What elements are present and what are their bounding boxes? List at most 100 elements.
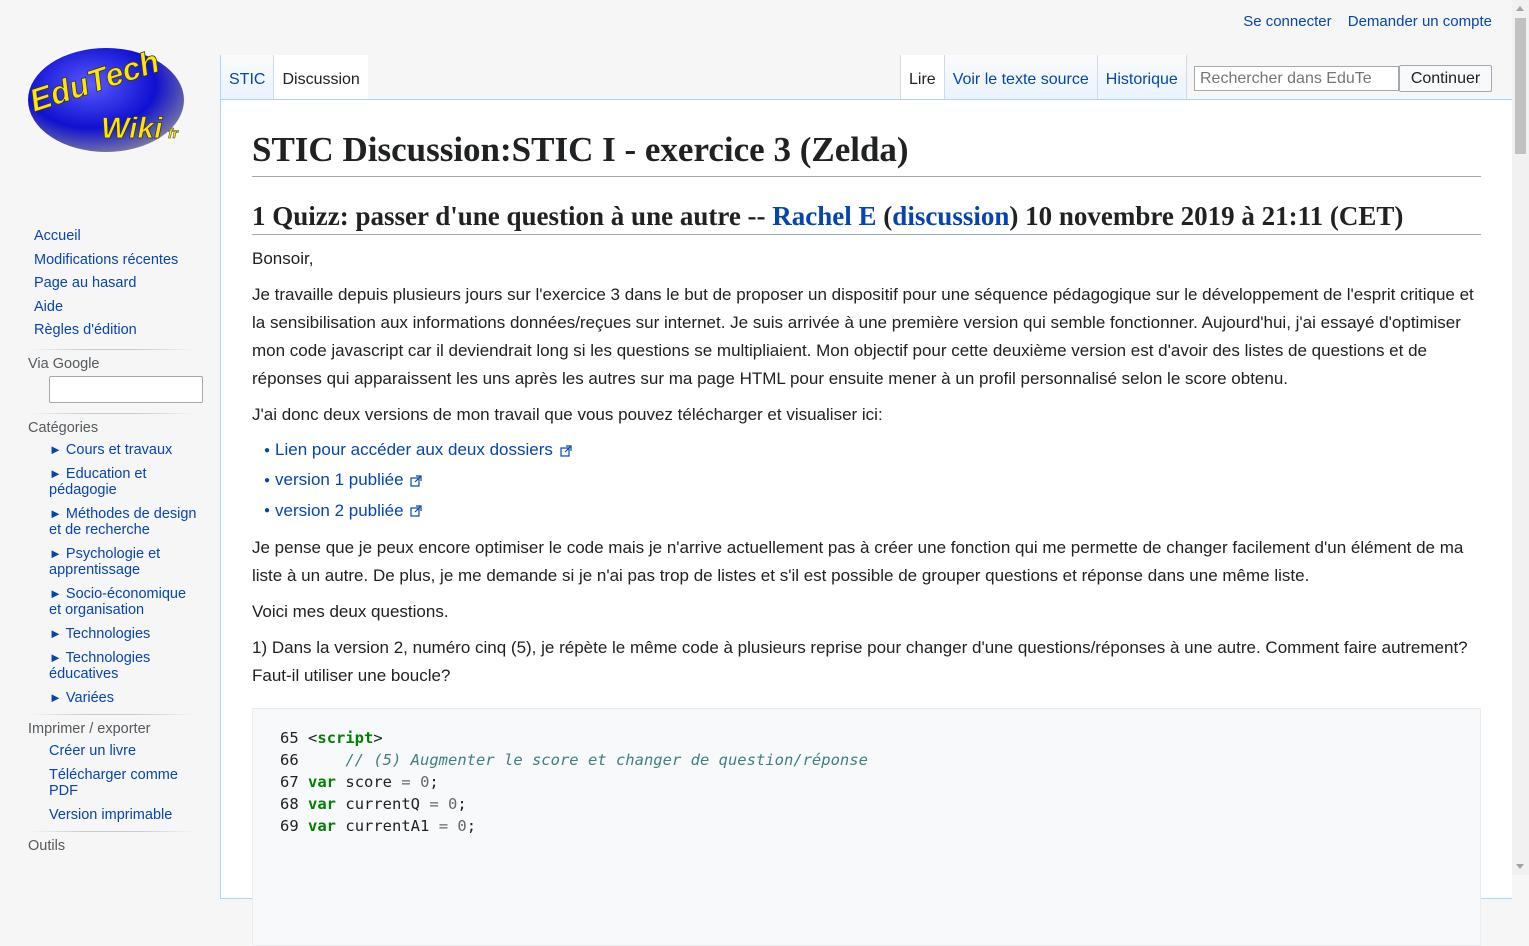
category-label[interactable]: Psychologie et apprentissage (49, 546, 160, 578)
category-socio-economic[interactable]: ► Socio-économique et organisation (49, 586, 199, 618)
download-pdf-link[interactable]: Télécharger comme PDF (49, 767, 199, 799)
sidebar-item-editing-rules[interactable]: Règles d'édition (34, 319, 220, 343)
triangle-right-icon: ► (49, 649, 62, 665)
triangle-right-icon: ► (49, 441, 62, 457)
category-label[interactable]: Variées (66, 690, 114, 706)
external-link-icon (410, 505, 422, 517)
line-number: 68 (280, 794, 299, 813)
page-title: STIC Discussion:STIC I - exercice 3 (Zel… (252, 128, 1481, 177)
category-technologies[interactable]: ► Technologies (49, 626, 199, 642)
sidebar-item-help[interactable]: Aide (34, 296, 220, 320)
category-various[interactable]: ► Variées (49, 690, 199, 706)
code-line: 68 var currentQ = 0; (280, 793, 1453, 815)
print-export-heading: Imprimer / exporter (28, 720, 151, 737)
code-token: script (317, 728, 374, 747)
login-link[interactable]: Se connecter (1243, 13, 1331, 30)
bullet-icon: ● (264, 444, 271, 456)
code-token: currentA1 (345, 816, 430, 835)
divider (28, 713, 195, 715)
tab-history[interactable]: Historique (1096, 55, 1187, 100)
tab-discussion[interactable]: Discussion (273, 55, 368, 100)
version2-link[interactable]: version 2 publiée (275, 501, 404, 520)
section-heading-text: 1 Quizz: passer d'une question à une aut… (252, 201, 773, 231)
user-link[interactable]: Rachel E (772, 201, 876, 231)
category-label[interactable]: Cours et travaux (66, 442, 172, 458)
triangle-right-icon: ► (49, 625, 62, 641)
category-education[interactable]: ► Education et pédagogie (49, 466, 199, 498)
sidebar-navigation: Accueil Modifications récentes Page au h… (0, 225, 220, 343)
triangle-right-icon: ► (49, 689, 62, 705)
create-book-link[interactable]: Créer un livre (49, 743, 199, 759)
sidebar-item-random-page[interactable]: Page au hasard (34, 272, 220, 296)
line-number: 66 (280, 750, 299, 769)
category-educational-tech[interactable]: ► Technologies éducatives (49, 650, 199, 682)
category-courses[interactable]: ► Cours et travaux (49, 442, 199, 458)
categories-heading: Catégories (28, 419, 99, 436)
list-item: ● Lien pour accéder aux deux dossiers (264, 435, 1481, 465)
sidebar-item-home[interactable]: Accueil (34, 225, 220, 249)
category-methods[interactable]: ► Méthodes de design et de recherche (49, 506, 199, 538)
external-links-list: ● Lien pour accéder aux deux dossiers ● ve… (264, 435, 1481, 526)
printable-version-link[interactable]: Version imprimable (49, 807, 199, 823)
code-line: 65 <script> (280, 727, 1453, 749)
code-token: var (308, 772, 337, 791)
category-label[interactable]: Technologies éducatives (49, 650, 150, 682)
category-label[interactable]: Méthodes de design et de recherche (49, 506, 197, 538)
tab-read[interactable]: Lire (900, 55, 944, 100)
scrollbar-thumb[interactable] (1515, 18, 1526, 154)
section-heading-paren: ( (876, 201, 893, 231)
code-block: 65 <script> 66 // (5) Augmenter le score… (252, 707, 1481, 946)
create-account-link[interactable]: Demander un compte (1348, 13, 1492, 30)
triangle-right-icon: ► (49, 505, 62, 521)
site-logo[interactable]: EduTech Wiki fr (25, 40, 196, 160)
triangle-right-icon: ► (49, 465, 62, 481)
paragraph-versions: J'ai donc deux versions de mon travail q… (252, 405, 883, 424)
code-line: 67 var score = 0; (280, 771, 1453, 793)
section-heading: 1 Quizz: passer d'une question à une aut… (252, 199, 1481, 235)
search-button[interactable]: Continuer (1399, 65, 1492, 92)
tab-view-source[interactable]: Voir le texte source (943, 55, 1097, 100)
line-number: 65 (280, 728, 299, 747)
tab-stic[interactable]: STIC (220, 55, 274, 100)
folders-link[interactable]: Lien pour accéder aux deux dossiers (275, 440, 553, 459)
category-label[interactable]: Education et pédagogie (49, 466, 147, 498)
code-token: 0 (457, 816, 467, 835)
line-number: 67 (280, 772, 299, 791)
scroll-down-icon[interactable] (1516, 864, 1524, 869)
scroll-up-icon[interactable] (1516, 6, 1524, 11)
paragraph-optimization: Je pense que je peux encore optimiser le… (252, 537, 1464, 585)
code-token: = (438, 816, 449, 835)
external-link-icon (560, 444, 572, 457)
tools-heading[interactable]: Outils (28, 838, 220, 854)
triangle-right-icon: ► (49, 585, 62, 601)
search-input[interactable] (1194, 66, 1399, 91)
category-label[interactable]: Technologies (66, 626, 151, 642)
code-token: currentQ (345, 794, 421, 813)
user-talk-link[interactable]: discussion (892, 201, 1009, 231)
code-token: 0 (448, 794, 458, 813)
sidebar-item-recent-changes[interactable]: Modifications récentes (34, 249, 220, 273)
namespace-tabs: STIC Discussion (220, 55, 368, 100)
version1-link[interactable]: version 1 publiée (275, 470, 404, 489)
paragraph-greeting: Bonsoir, (252, 249, 314, 268)
section-heading-date: ) 10 novembre 2019 à 21:11 (CET) (1009, 201, 1404, 231)
code-token: ; (466, 816, 477, 835)
code-token: 0 (420, 772, 430, 791)
logo-text-line2: Wiki (101, 112, 163, 145)
paragraph-questions-intro: Voici mes deux questions. (252, 601, 449, 621)
code-token: ; (457, 794, 467, 813)
view-tabs: Lire Voir le texte source Historique (900, 55, 1187, 100)
divider (28, 830, 195, 832)
category-psychology[interactable]: ► Psychologie et apprentissage (49, 546, 199, 578)
line-number: 69 (280, 816, 299, 835)
external-link-icon (410, 475, 422, 487)
code-token: ; (429, 772, 439, 791)
google-search-input[interactable] (49, 375, 203, 403)
sidebar: Accueil Modifications récentes Page au h… (0, 220, 220, 854)
divider (28, 348, 195, 350)
bullet-icon: ● (264, 475, 271, 487)
triangle-right-icon: ► (49, 545, 62, 561)
vertical-scrollbar[interactable] (1512, 0, 1529, 875)
category-label[interactable]: Socio-économique et organisation (49, 586, 186, 618)
code-token: score (345, 772, 393, 791)
